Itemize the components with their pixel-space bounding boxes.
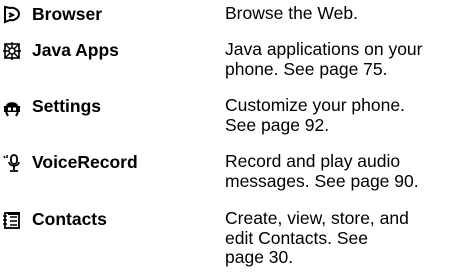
menu-item-name: Browser (32, 4, 103, 24)
voice-record-icon (2, 153, 22, 173)
menu-item-name: Settings (32, 96, 102, 116)
menu-item-name: Java Apps (32, 40, 119, 60)
browser-icon (2, 5, 22, 25)
menu-item-description: Java applications on your phone. See pag… (225, 39, 423, 79)
menu-item-description: Record and play audio messages. See page… (225, 151, 419, 191)
menu-item-name: VoiceRecord (32, 152, 138, 172)
menu-item-description: Browse the Web. (225, 3, 358, 23)
settings-icon (2, 97, 22, 117)
contacts-icon (2, 210, 22, 230)
java-apps-icon (2, 41, 22, 61)
menu-item-description: Create, view, store, and edit Contacts. … (225, 208, 409, 267)
menu-item-name: Contacts (32, 209, 107, 229)
menu-item-description: Customize your phone. See page 92. (225, 95, 405, 135)
